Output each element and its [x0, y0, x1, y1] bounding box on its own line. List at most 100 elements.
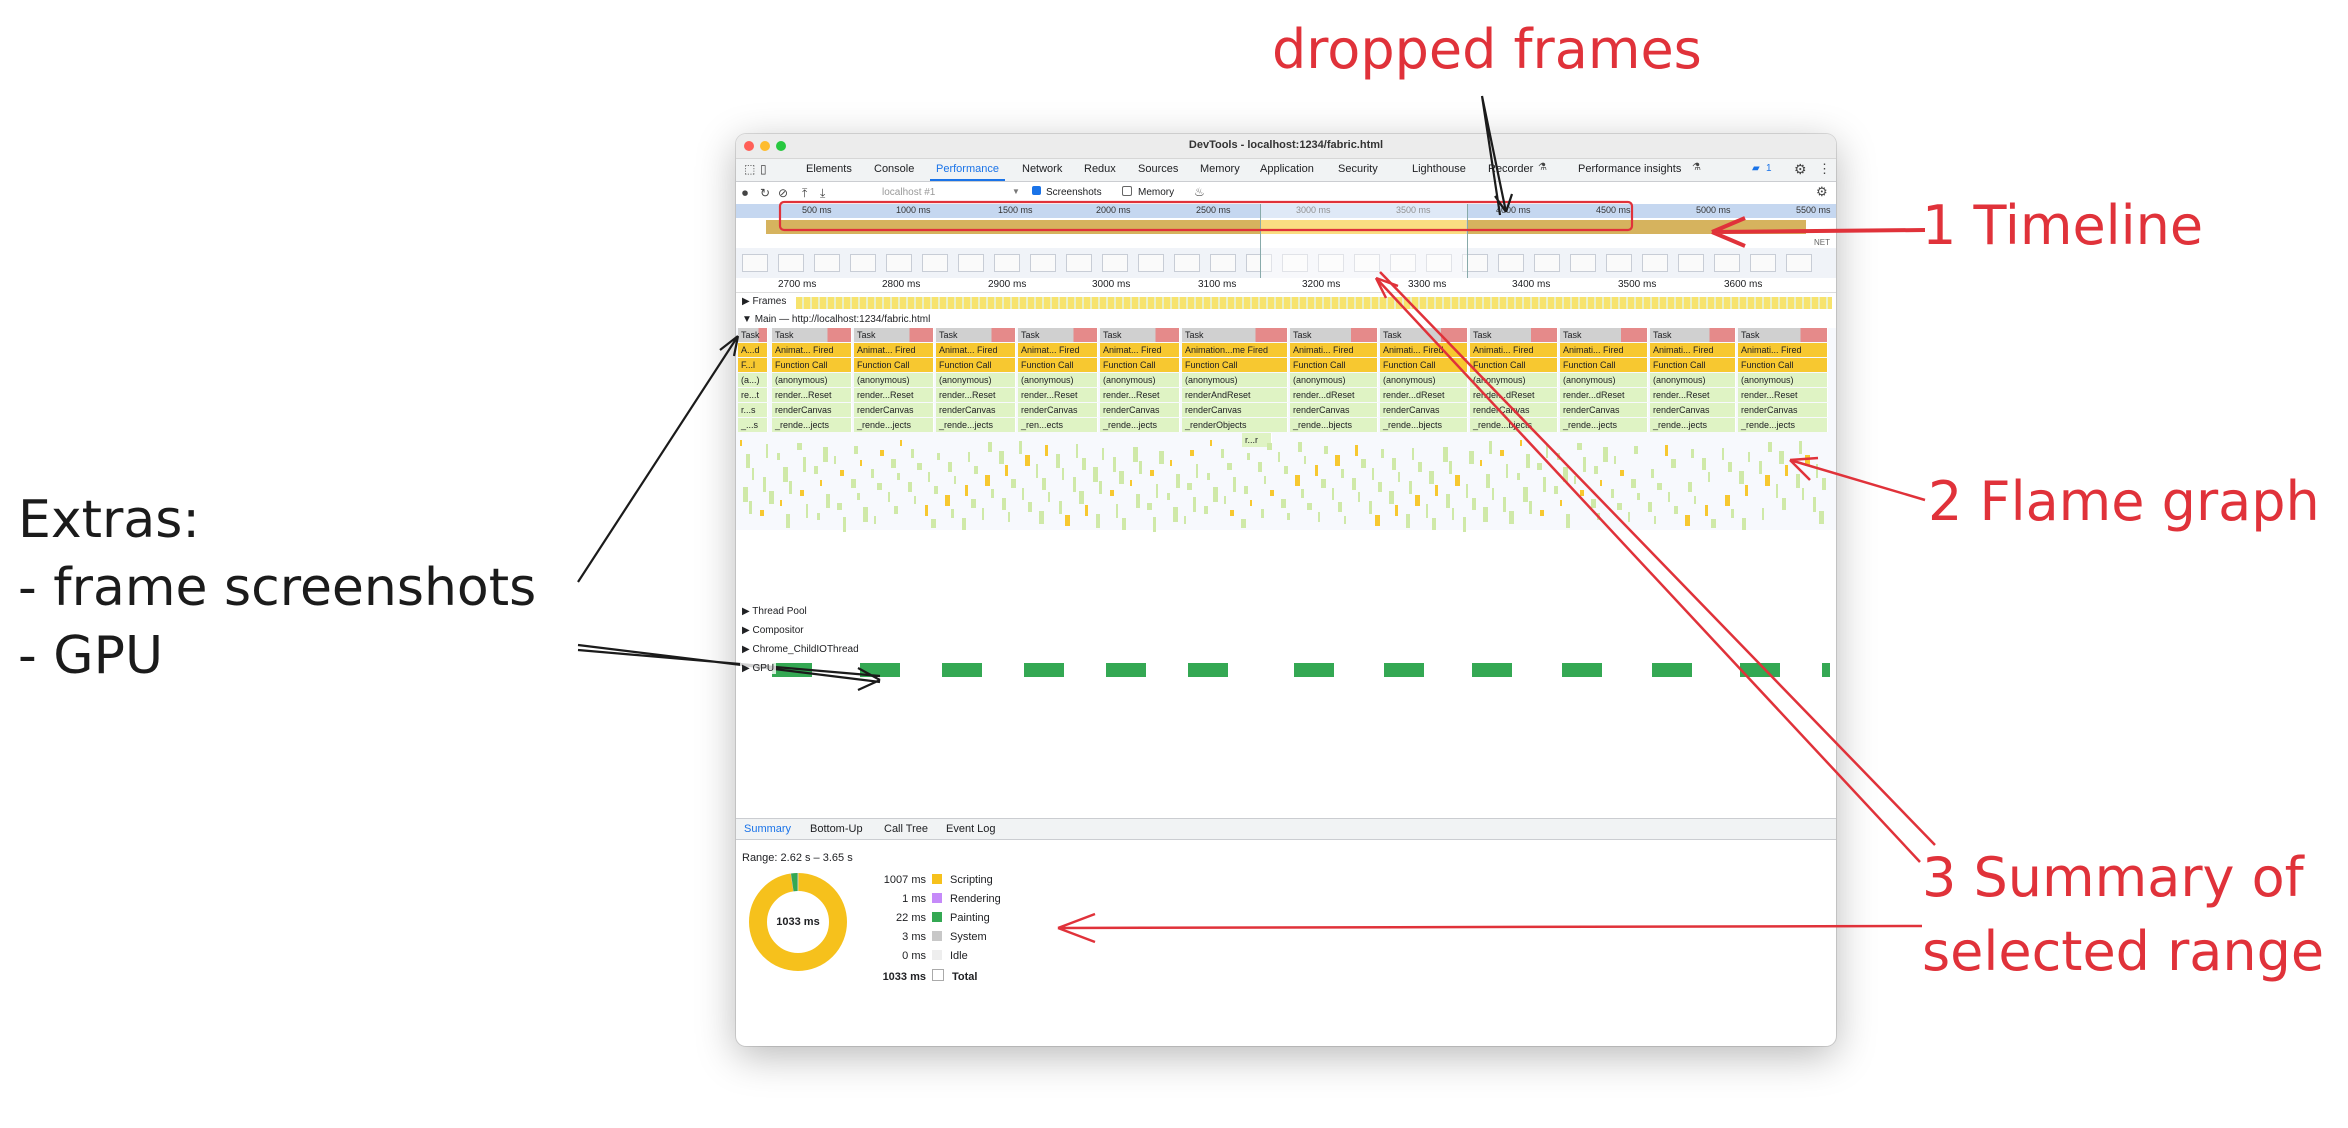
frame-screenshot-thumb[interactable]	[1174, 254, 1200, 272]
flame-deep-entry[interactable]	[965, 485, 968, 496]
flame-deep-entry[interactable]	[891, 459, 896, 468]
flame-entry-task[interactable]: Task	[1182, 328, 1288, 342]
flame-deep-entry[interactable]	[1631, 479, 1636, 488]
flame-deep-entry[interactable]	[982, 508, 984, 520]
flame-deep-entry[interactable]	[1116, 504, 1118, 518]
flame-deep-entry[interactable]	[1170, 460, 1172, 466]
gpu-task-block[interactable]	[942, 663, 982, 677]
flame-deep-entry[interactable]	[1580, 490, 1584, 496]
flame-deep-entry[interactable]	[814, 466, 818, 474]
flame-entry-task[interactable]: Task	[1738, 328, 1828, 342]
flame-deep-entry[interactable]	[1324, 446, 1328, 454]
flame-deep-entry[interactable]	[974, 466, 978, 474]
flame-entry-anon[interactable]: (anonymous)	[1182, 373, 1288, 387]
flame-deep-entry[interactable]	[1039, 511, 1044, 524]
flame-deep-entry[interactable]	[1048, 492, 1050, 502]
frame-screenshot-thumb[interactable]	[1210, 254, 1236, 272]
flame-deep-entry[interactable]	[1674, 506, 1678, 514]
flame-entry-anim[interactable]: Animat... Fired	[772, 343, 852, 357]
flame-deep-entry[interactable]	[1816, 464, 1818, 478]
flame-deep-entry[interactable]	[1694, 496, 1696, 504]
flame-deep-entry[interactable]	[1059, 501, 1062, 514]
flame-deep-entry[interactable]	[1358, 492, 1360, 502]
flame-deep-entry[interactable]	[1577, 443, 1582, 450]
flame-deep-entry[interactable]	[1110, 490, 1114, 496]
flame-deep-entry[interactable]	[1139, 461, 1142, 474]
tab-memory[interactable]: Memory	[1200, 163, 1240, 175]
frame-screenshot-thumb[interactable]	[1066, 254, 1092, 272]
flame-deep-entry[interactable]	[948, 462, 952, 472]
flame-entry-anon[interactable]: (anonymous)	[772, 373, 852, 387]
flame-entry-fn[interactable]: Function Call	[936, 358, 1016, 372]
flame-entry-task[interactable]: Task	[1380, 328, 1468, 342]
flame-entry-anon[interactable]: (anonymous)	[1470, 373, 1558, 387]
device-toolbar-icon[interactable]: ▯	[760, 162, 767, 176]
frames-track[interactable]: ▶ Frames	[736, 294, 1836, 312]
flame-deep-entry[interactable]	[962, 518, 966, 530]
flame-entry-render[interactable]: render...Reset	[1650, 388, 1736, 402]
flame-deep-entry[interactable]	[1805, 455, 1810, 466]
flame-deep-entry[interactable]	[1560, 500, 1562, 506]
flame-deep-entry[interactable]	[1725, 495, 1730, 506]
flame-deep-entry[interactable]	[1432, 518, 1436, 530]
flame-entry-objects[interactable]: _rende...jects	[1650, 418, 1736, 432]
flame-entry-anim[interactable]: Animat... Fired	[1018, 343, 1098, 357]
flame-deep-entry[interactable]	[763, 477, 766, 492]
flame-deep-entry[interactable]	[1480, 460, 1482, 466]
flame-deep-entry[interactable]	[971, 499, 976, 508]
child-io-track[interactable]: ▶ Chrome_ChildIOThread	[736, 642, 1836, 660]
flame-entry-objects[interactable]: _rende...bjects	[1380, 418, 1468, 432]
tab-event-log[interactable]: Event Log	[946, 823, 996, 835]
flame-deep-entry[interactable]	[1036, 464, 1038, 478]
kebab-menu-icon[interactable]: ⋮	[1818, 161, 1831, 177]
gpu-task-block[interactable]	[1740, 663, 1780, 677]
flame-deep-entry[interactable]	[1332, 488, 1334, 500]
flame-deep-entry[interactable]	[1506, 464, 1508, 478]
flame-entry-anim[interactable]: A...d	[738, 343, 768, 357]
flame-deep-entry[interactable]	[1176, 474, 1180, 488]
gpu-task-block[interactable]	[1384, 663, 1424, 677]
flame-deep-entry[interactable]	[1193, 497, 1196, 512]
flame-deep-entry[interactable]	[1381, 449, 1384, 458]
flame-deep-entry[interactable]	[851, 479, 856, 488]
flame-deep-entry[interactable]	[1301, 489, 1304, 498]
flame-deep-entry[interactable]	[834, 456, 836, 464]
flame-entry-anon[interactable]: (anonymous)	[1738, 373, 1828, 387]
flame-deep-entry[interactable]	[1375, 515, 1380, 526]
frame-screenshot-thumb[interactable]	[1714, 254, 1740, 272]
flame-deep-entry[interactable]	[1785, 465, 1788, 476]
flame-deep-entry[interactable]	[1628, 512, 1630, 522]
flame-deep-entry[interactable]	[1099, 481, 1102, 494]
flame-deep-entry[interactable]	[749, 501, 752, 514]
flame-deep-entry[interactable]	[1418, 462, 1422, 472]
frame-screenshot-thumb[interactable]	[1030, 254, 1056, 272]
screenshots-checkbox[interactable]	[1032, 186, 1041, 195]
flame-deep-entry[interactable]	[857, 493, 860, 500]
flame-deep-entry[interactable]	[1540, 510, 1544, 516]
flame-deep-entry[interactable]	[914, 496, 916, 504]
flame-entry-render[interactable]: re...t	[738, 388, 768, 402]
gpu-task-block[interactable]	[1106, 663, 1146, 677]
download-icon[interactable]: ⤓	[820, 186, 825, 201]
flame-entry-canvas[interactable]: renderCanvas	[1290, 403, 1378, 417]
flame-deep-entry[interactable]	[1187, 483, 1192, 490]
flame-deep-entry[interactable]	[1665, 445, 1668, 456]
flame-deep-entry[interactable]	[1227, 463, 1232, 470]
flame-deep-entry[interactable]	[1392, 458, 1396, 470]
flame-deep-entry[interactable]	[1446, 494, 1450, 508]
flame-deep-entry[interactable]	[1119, 471, 1124, 484]
flame-deep-entry[interactable]	[1466, 484, 1468, 498]
flame-deep-entry[interactable]	[999, 451, 1004, 464]
tab-sources[interactable]: Sources	[1138, 163, 1178, 175]
flame-deep-entry[interactable]	[746, 454, 750, 468]
flame-deep-entry[interactable]	[1523, 487, 1528, 502]
flame-deep-entry[interactable]	[1634, 446, 1638, 454]
flame-deep-entry[interactable]	[777, 453, 780, 460]
flame-entry-render[interactable]: render...Reset	[936, 388, 1016, 402]
flame-deep-entry[interactable]	[1344, 516, 1346, 524]
flame-deep-entry[interactable]	[880, 450, 884, 456]
flame-entry-anim[interactable]: Animati... Fired	[1470, 343, 1558, 357]
flame-deep-entry[interactable]	[1779, 451, 1784, 464]
flame-deep-entry[interactable]	[1648, 502, 1652, 512]
flame-deep-entry[interactable]	[1685, 515, 1690, 526]
